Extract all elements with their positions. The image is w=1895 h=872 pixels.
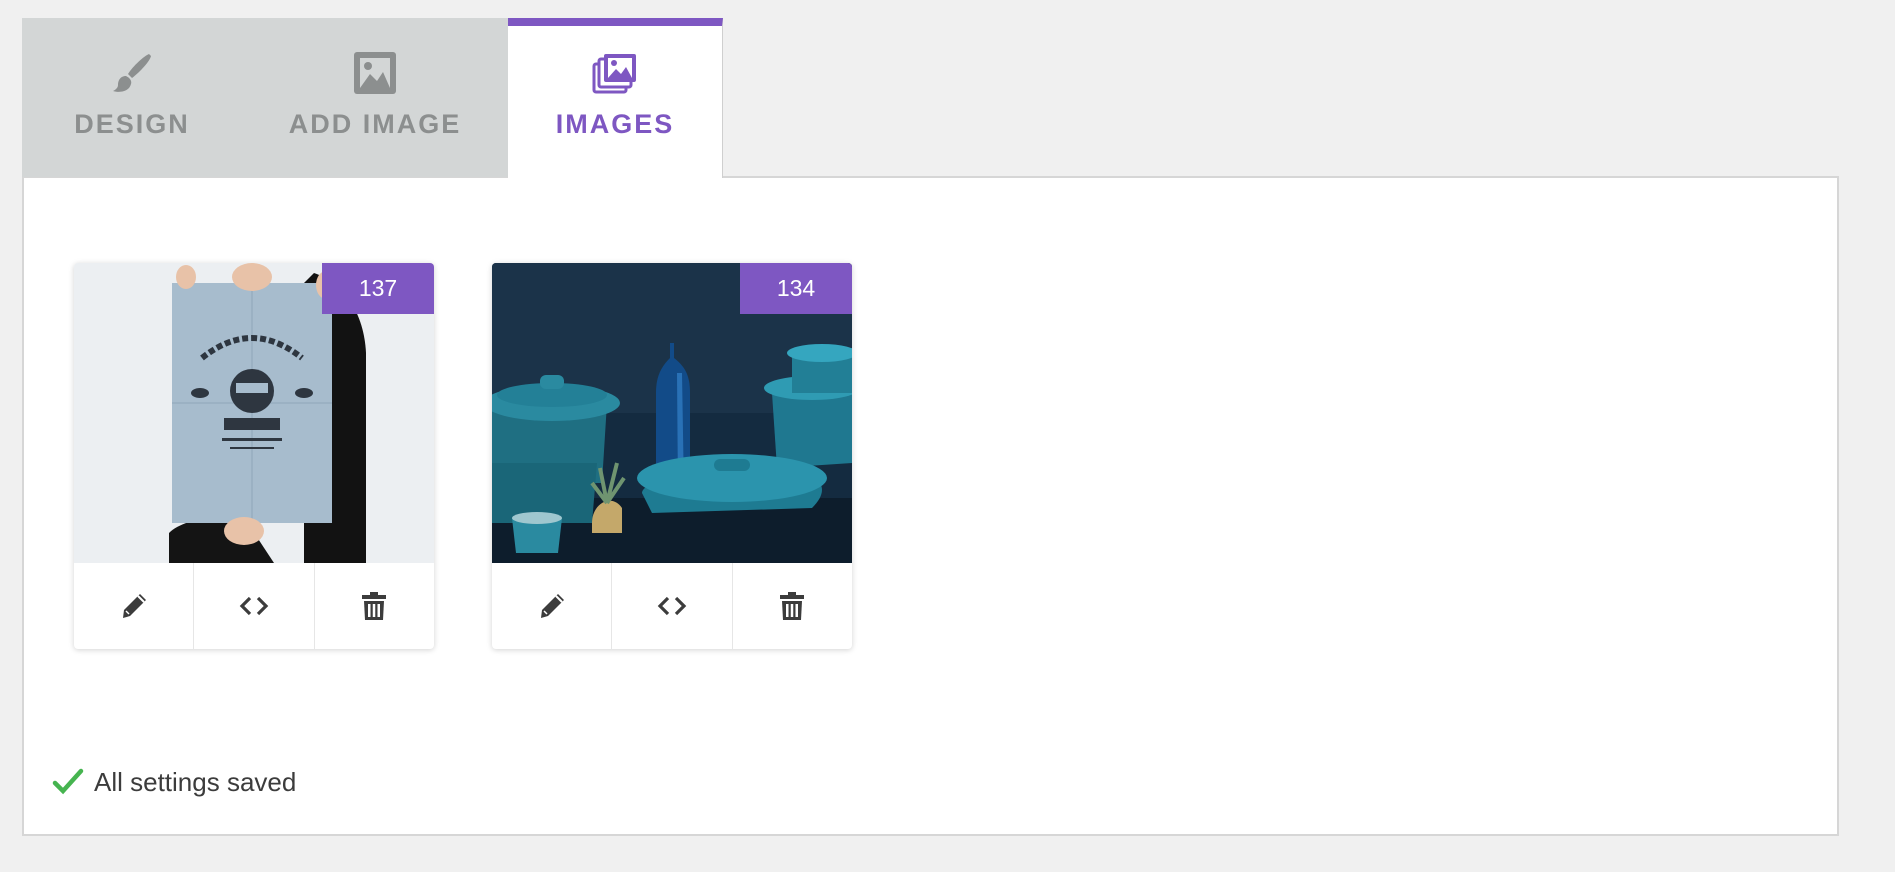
image-stack-icon — [592, 54, 636, 94]
save-status: All settings saved — [52, 766, 296, 798]
delete-button[interactable] — [733, 563, 852, 649]
tab-images[interactable]: IMAGES — [508, 18, 723, 178]
image-card: 137 — [74, 263, 434, 649]
paintbrush-icon — [113, 54, 151, 92]
trash-icon — [780, 592, 805, 620]
pencil-icon — [540, 594, 564, 618]
image-icon — [354, 52, 396, 94]
delete-button[interactable] — [315, 563, 434, 649]
pencil-icon — [122, 594, 146, 618]
save-status-text: All settings saved — [94, 766, 297, 797]
tab-design-label: DESIGN — [74, 109, 190, 139]
checkmark-icon — [52, 768, 84, 795]
tab-design[interactable]: DESIGN — [22, 18, 242, 177]
tab-images-label: IMAGES — [555, 109, 675, 139]
tab-add-image-label: ADD IMAGE — [288, 109, 462, 139]
image-id-badge: 134 — [740, 263, 852, 314]
tab-add-image[interactable]: ADD IMAGE — [242, 18, 508, 177]
embed-code-button[interactable] — [612, 563, 733, 649]
image-card: 134 — [492, 263, 852, 649]
embed-code-button[interactable] — [194, 563, 315, 649]
edit-button[interactable] — [492, 563, 613, 649]
code-icon — [239, 596, 269, 616]
trash-icon — [362, 592, 387, 620]
images-panel: 137 134 All settings saved — [22, 176, 1839, 836]
image-actions — [74, 563, 434, 649]
image-actions — [492, 563, 852, 649]
image-thumbnail[interactable]: 137 — [74, 263, 434, 563]
edit-button[interactable] — [74, 563, 195, 649]
tab-bar: DESIGN ADD IMAGE IMAGES — [22, 18, 723, 178]
code-icon — [657, 596, 687, 616]
image-thumbnail[interactable]: 134 — [492, 263, 852, 563]
image-id-badge: 137 — [322, 263, 434, 314]
